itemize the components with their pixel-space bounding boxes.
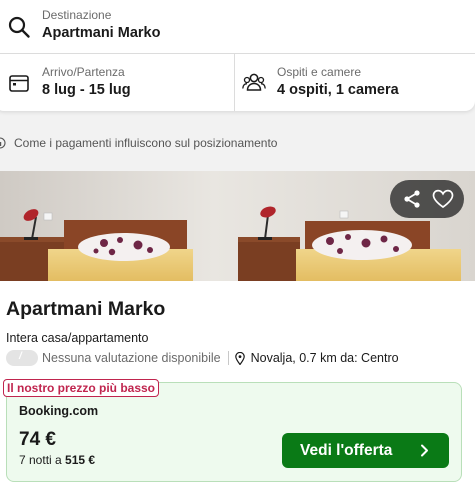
dates-label: Arrivo/Partenza <box>42 65 125 79</box>
hotel-card[interactable]: Apartmani Marko Intera casa/appartamento… <box>0 171 475 484</box>
search-icon <box>8 16 30 38</box>
payments-info-text: Come i pagamenti influiscono sul posizio… <box>14 136 278 150</box>
best-price-badge: Il nostro prezzo più basso <box>3 379 160 397</box>
guests-field[interactable]: Ospiti e camere 4 ospiti, 1 camera <box>235 54 475 111</box>
location-text[interactable]: Novalja, 0.7 km da: Centro <box>251 351 399 365</box>
payments-info-link[interactable]: Come i pagamenti influiscono sul posizio… <box>0 136 277 150</box>
rating-text: Nessuna valutazione disponibile <box>42 351 221 365</box>
share-icon <box>403 190 420 208</box>
total-price: 7 notti a 515 € <box>19 453 95 467</box>
guests-label: Ospiti e camere <box>277 65 362 79</box>
hotel-meta: / Nessuna valutazione disponibile Novalj… <box>6 348 399 368</box>
dates-field[interactable]: Arrivo/Partenza 8 lug - 15 lug <box>0 54 235 111</box>
destination-field[interactable]: Destinazione Apartmani Marko <box>0 0 475 54</box>
people-icon <box>242 73 266 91</box>
info-icon <box>0 137 6 149</box>
share-button[interactable] <box>399 186 425 212</box>
view-offer-button[interactable]: Vedi l'offerta <box>282 433 449 468</box>
search-card: Destinazione Apartmani Marko Arrivo/Part… <box>0 0 475 111</box>
divider <box>227 351 229 365</box>
nights-total: 515 € <box>65 453 96 467</box>
dates-value: 8 lug - 15 lug <box>42 82 131 98</box>
nightly-price: 74 € <box>19 429 56 450</box>
chevron-right-icon <box>421 444 428 457</box>
calendar-icon <box>9 75 29 92</box>
provider-name: Booking.com <box>19 404 99 418</box>
view-offer-label: Vedi l'offerta <box>300 441 393 459</box>
destination-value: Apartmani Marko <box>42 25 161 41</box>
accommodation-type: Intera casa/appartamento <box>6 331 149 345</box>
heart-icon <box>432 189 453 209</box>
hotel-photo[interactable] <box>0 171 475 281</box>
favorite-button[interactable] <box>430 186 456 212</box>
nights-prefix: 7 notti a <box>19 453 62 467</box>
map-pin-icon <box>234 351 245 365</box>
hotel-name[interactable]: Apartmani Marko <box>6 298 165 321</box>
rating-badge-text: / <box>19 351 22 362</box>
rating-badge: / <box>6 350 38 366</box>
destination-label: Destinazione <box>42 8 112 22</box>
photo-actions <box>390 180 464 218</box>
guests-value: 4 ospiti, 1 camera <box>277 82 399 98</box>
